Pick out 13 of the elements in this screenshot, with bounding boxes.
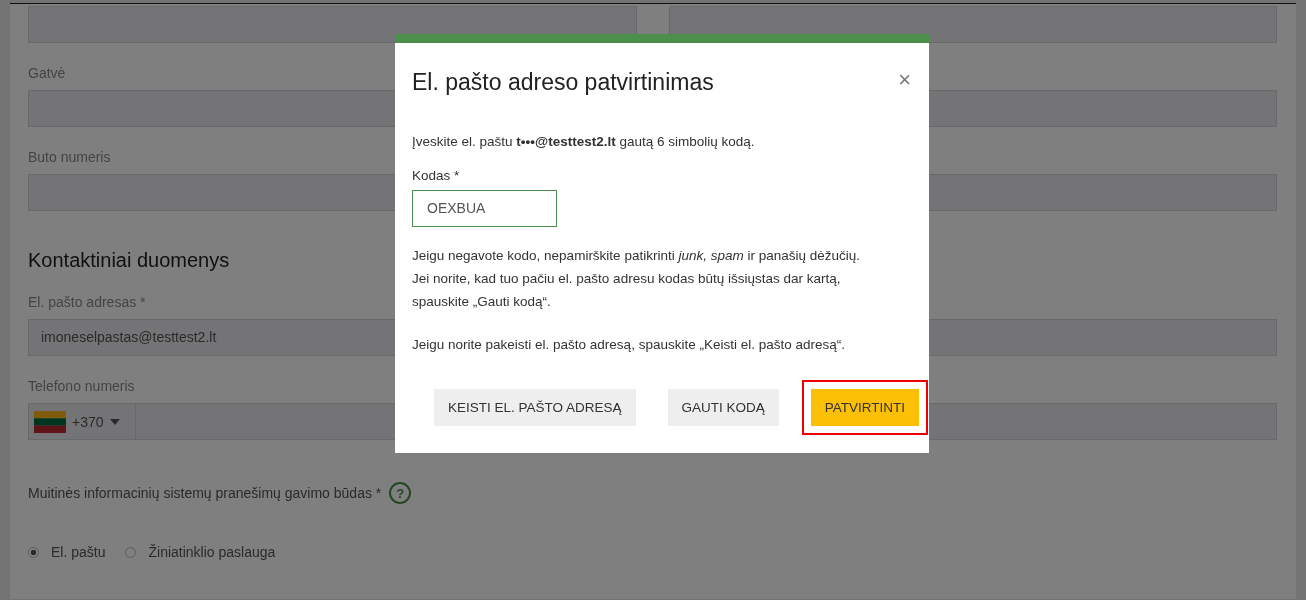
field-label: El. pašto adresas * bbox=[28, 294, 146, 310]
instruction-text: Įveskite el. paštu t•••@testtest2.lt gautą 6 simbolių kodą. bbox=[412, 133, 756, 151]
field-label: Telefono numeris bbox=[28, 378, 135, 394]
radio-label: Žiniatinklio paslauga bbox=[148, 544, 276, 560]
field-label: Kodas * bbox=[412, 168, 461, 183]
radio-label: El. paštu bbox=[51, 544, 106, 560]
change-email-text: Jeigu norite pakeisti el. pašto adresą, spauskite „Keisti el. pašto adresą“. bbox=[412, 336, 846, 354]
section-heading: Kontaktiniai duomenys bbox=[28, 249, 230, 272]
field-label: Buto numeris bbox=[28, 149, 111, 165]
field-label: Muitinės informacinių sistemų pranešimų gavimo būdas * bbox=[28, 485, 382, 501]
dialog-title: El. pašto adreso patvirtinimas bbox=[412, 69, 714, 96]
field-label: Gatvė bbox=[28, 65, 66, 81]
hint-text: Jeigu negavote kodo, nepamirškite patikrinti junk, spam ir panašių dėžučių. Jei norite, kad tuo pačiu el. pašto adresu kodas būtų išsiųstas dar kartą, spauskite „Gauti kodą“. bbox=[412, 247, 861, 311]
